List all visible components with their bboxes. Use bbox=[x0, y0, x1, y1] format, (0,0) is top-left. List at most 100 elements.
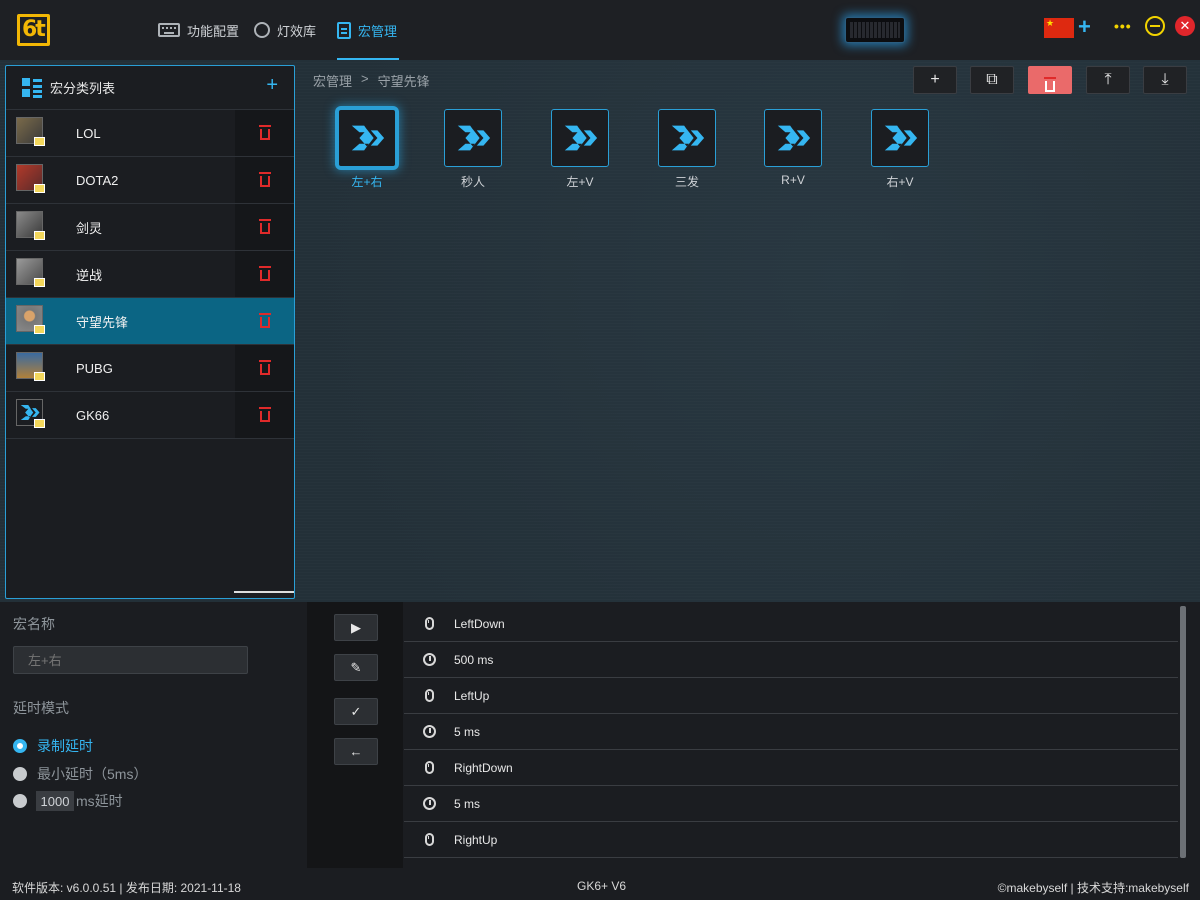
delete-category-button[interactable] bbox=[235, 392, 294, 438]
add-macro-button[interactable]: + bbox=[913, 66, 957, 94]
category-item-pubg[interactable]: PUBG bbox=[6, 345, 294, 392]
macro-name-input[interactable] bbox=[13, 646, 248, 674]
upload-macro-button[interactable]: ⤒ bbox=[1086, 66, 1130, 94]
clock-icon bbox=[422, 797, 436, 810]
step-text: RightUp bbox=[454, 832, 498, 847]
delete-category-button[interactable] bbox=[235, 345, 294, 391]
macro-name-label: 宏名称 bbox=[13, 616, 55, 632]
category-item-gk66[interactable]: GK66 bbox=[6, 392, 294, 439]
gk-logo-icon bbox=[777, 125, 811, 151]
delete-category-button[interactable] bbox=[235, 251, 294, 297]
delete-category-button[interactable] bbox=[235, 204, 294, 250]
category-item-nizhan[interactable]: 逆战 bbox=[6, 251, 294, 298]
breadcrumb-root[interactable]: 宏管理 bbox=[313, 71, 352, 90]
macro-tile[interactable]: 秒人 bbox=[444, 109, 502, 190]
close-button[interactable]: ✕ bbox=[1175, 16, 1195, 36]
radio-icon bbox=[13, 739, 27, 753]
delay-mode-label: 延时模式 bbox=[13, 700, 69, 716]
category-item-label: GK66 bbox=[76, 407, 110, 423]
delete-category-button[interactable] bbox=[235, 298, 294, 344]
list-item[interactable]: 5 ms bbox=[404, 714, 1178, 750]
category-item-blade-soul[interactable]: 剑灵 bbox=[6, 204, 294, 251]
delete-macro-button[interactable] bbox=[1028, 66, 1072, 94]
category-item-overwatch[interactable]: 守望先锋 bbox=[6, 298, 294, 345]
category-item-label: 剑灵 bbox=[76, 220, 103, 236]
delete-category-button[interactable] bbox=[235, 110, 294, 156]
list-item[interactable]: LeftUp bbox=[404, 678, 1178, 714]
nizhan-thumbnail bbox=[16, 258, 45, 287]
macro-tile[interactable]: 右+V bbox=[871, 109, 929, 190]
trash-icon bbox=[258, 266, 271, 281]
device-keyboard-image[interactable] bbox=[845, 17, 905, 43]
delay-option-label: ms延时 bbox=[76, 793, 123, 809]
document-icon bbox=[337, 21, 351, 39]
radio-icon bbox=[13, 794, 27, 808]
chevron-right-icon: > bbox=[361, 71, 369, 86]
category-panel-header: 宏分类列表 + bbox=[6, 66, 294, 110]
step-text: 5 ms bbox=[454, 796, 481, 811]
mouse-icon bbox=[424, 761, 434, 774]
delay-option-recorded[interactable]: 录制延时 bbox=[13, 736, 93, 756]
edit-button[interactable]: ✎ bbox=[334, 654, 378, 681]
play-button[interactable]: ▶ bbox=[334, 614, 378, 641]
copyright-info: ©makebyself | 技术支持:makebyself bbox=[997, 881, 1189, 895]
list-item[interactable]: RightDown bbox=[404, 750, 1178, 786]
macro-tile-label: 左+右 bbox=[351, 175, 383, 189]
macro-tile-label: R+V bbox=[781, 173, 805, 187]
china-flag-icon[interactable] bbox=[1044, 18, 1074, 38]
list-item[interactable]: RightUp bbox=[404, 822, 1178, 858]
version-info: 软件版本: v6.0.0.51 | 发布日期: 2021-11-18 bbox=[12, 881, 241, 895]
command-column bbox=[307, 602, 403, 868]
list-item[interactable]: 5 ms bbox=[404, 786, 1178, 822]
trash-icon bbox=[258, 407, 271, 422]
download-macro-button[interactable]: ⤓ bbox=[1143, 66, 1187, 94]
macro-tile[interactable]: 左+V bbox=[551, 109, 609, 190]
lol-thumbnail bbox=[16, 117, 45, 146]
copy-macro-button[interactable]: ⧉ bbox=[970, 66, 1014, 94]
add-device-button[interactable]: + bbox=[1078, 15, 1091, 39]
list-icon bbox=[22, 77, 42, 98]
macro-tile[interactable]: R+V bbox=[764, 109, 822, 187]
macro-tile[interactable]: 三发 bbox=[658, 109, 716, 190]
steps-scrollbar[interactable] bbox=[1180, 606, 1186, 858]
tab-function-config[interactable]: 功能配置 bbox=[158, 0, 239, 60]
step-text: LeftUp bbox=[454, 688, 490, 703]
macro-tile[interactable]: 左+右 bbox=[338, 109, 396, 190]
more-icon[interactable]: ••• bbox=[1114, 16, 1132, 36]
list-item[interactable]: 500 ms bbox=[404, 642, 1178, 678]
status-bar: 软件版本: v6.0.0.51 | 发布日期: 2021-11-18 GK6+ … bbox=[0, 872, 1200, 900]
list-item[interactable]: LeftDown bbox=[404, 606, 1178, 642]
blade-soul-thumbnail bbox=[16, 211, 45, 240]
tab-lighting-library-label: 灯效库 bbox=[277, 23, 317, 39]
breadcrumb-current: 守望先锋 bbox=[377, 74, 430, 89]
add-category-button[interactable]: + bbox=[266, 74, 278, 97]
category-item-label: 守望先锋 bbox=[76, 314, 129, 330]
macro-steps-list: LeftDown 500 ms LeftUp 5 ms RightDown 5 … bbox=[404, 606, 1178, 858]
confirm-button[interactable]: ✓ bbox=[334, 698, 378, 725]
delay-option-minimum[interactable]: 最小延时（5ms） bbox=[13, 764, 147, 784]
app-logo: 6t bbox=[17, 14, 50, 46]
tab-lighting-library[interactable]: 灯效库 bbox=[254, 0, 316, 60]
clock-icon bbox=[422, 653, 436, 666]
category-item-label: LOL bbox=[76, 125, 101, 141]
gk-logo-icon bbox=[351, 125, 385, 151]
step-text: 500 ms bbox=[454, 652, 494, 667]
step-text: RightDown bbox=[454, 760, 513, 775]
delay-option-custom[interactable]: ms延时 bbox=[13, 791, 123, 811]
minimize-button[interactable] bbox=[1145, 16, 1165, 36]
category-item-lol[interactable]: LOL bbox=[6, 110, 294, 157]
list-scrollbar[interactable] bbox=[234, 591, 294, 593]
keyboard-icon bbox=[158, 23, 180, 37]
custom-delay-input[interactable] bbox=[36, 791, 74, 811]
back-button[interactable]: ← bbox=[334, 738, 378, 765]
tab-macro-management[interactable]: 宏管理 bbox=[337, 0, 400, 60]
delete-category-button[interactable] bbox=[235, 157, 294, 203]
category-item-label: 逆战 bbox=[76, 267, 103, 283]
dota2-thumbnail bbox=[16, 164, 45, 193]
delay-option-label: 录制延时 bbox=[37, 738, 93, 754]
trash-icon bbox=[258, 313, 271, 328]
macro-tile-label: 右+V bbox=[886, 175, 914, 189]
top-bar: 6t 功能配置 灯效库 宏管理 + ••• ✕ bbox=[0, 0, 1200, 60]
category-item-dota2[interactable]: DOTA2 bbox=[6, 157, 294, 204]
mouse-icon bbox=[424, 833, 434, 846]
